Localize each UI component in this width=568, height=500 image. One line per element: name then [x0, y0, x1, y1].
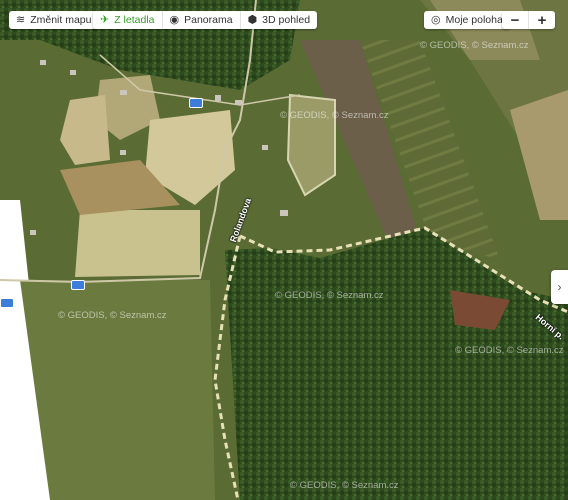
- bus-stop-icon[interactable]: [71, 280, 85, 290]
- zoom-in-button[interactable]: +: [528, 11, 555, 29]
- bus-stop-icon[interactable]: [0, 298, 14, 308]
- map-watermark: © GEODIS, © Seznam.cz: [275, 290, 384, 301]
- panorama-button[interactable]: ◉ Panorama: [161, 11, 240, 29]
- change-map-button[interactable]: ≋ Změnit mapu: [9, 11, 99, 29]
- plane-icon: ✈: [100, 13, 110, 26]
- map-watermark: © GEODIS, © Seznam.cz: [420, 40, 529, 51]
- layers-icon: ≋: [16, 13, 26, 26]
- map-watermark: © GEODIS, © Seznam.cz: [455, 345, 564, 356]
- map-watermark: © GEODIS, © Seznam.cz: [58, 310, 167, 321]
- map-watermark: © GEODIS, © Seznam.cz: [290, 480, 399, 491]
- eye-icon: ◉: [169, 13, 180, 26]
- map-watermark: © GEODIS, © Seznam.cz: [280, 110, 389, 121]
- cube-icon: ⬢: [247, 13, 258, 26]
- location-target-icon: ◎: [431, 13, 441, 26]
- aerial-map[interactable]: [0, 0, 568, 500]
- my-location-control: ◎ Moje poloha: [424, 11, 510, 29]
- chevron-right-icon: ›: [557, 280, 562, 294]
- aerial-button[interactable]: ✈ Z letadla: [93, 11, 162, 29]
- 3d-view-button[interactable]: ⬢ 3D pohled: [239, 11, 317, 29]
- side-panel-toggle[interactable]: ›: [551, 270, 568, 304]
- my-location-button[interactable]: ◎ Moje poloha: [424, 11, 510, 29]
- zoom-out-button[interactable]: −: [502, 11, 528, 29]
- map-mode-toolbar: ✈ Z letadla ◉ Panorama ⬢ 3D pohled: [93, 11, 318, 29]
- bus-stop-icon[interactable]: [189, 98, 203, 108]
- change-map-control: ≋ Změnit mapu: [9, 11, 99, 29]
- zoom-control: − +: [502, 11, 555, 29]
